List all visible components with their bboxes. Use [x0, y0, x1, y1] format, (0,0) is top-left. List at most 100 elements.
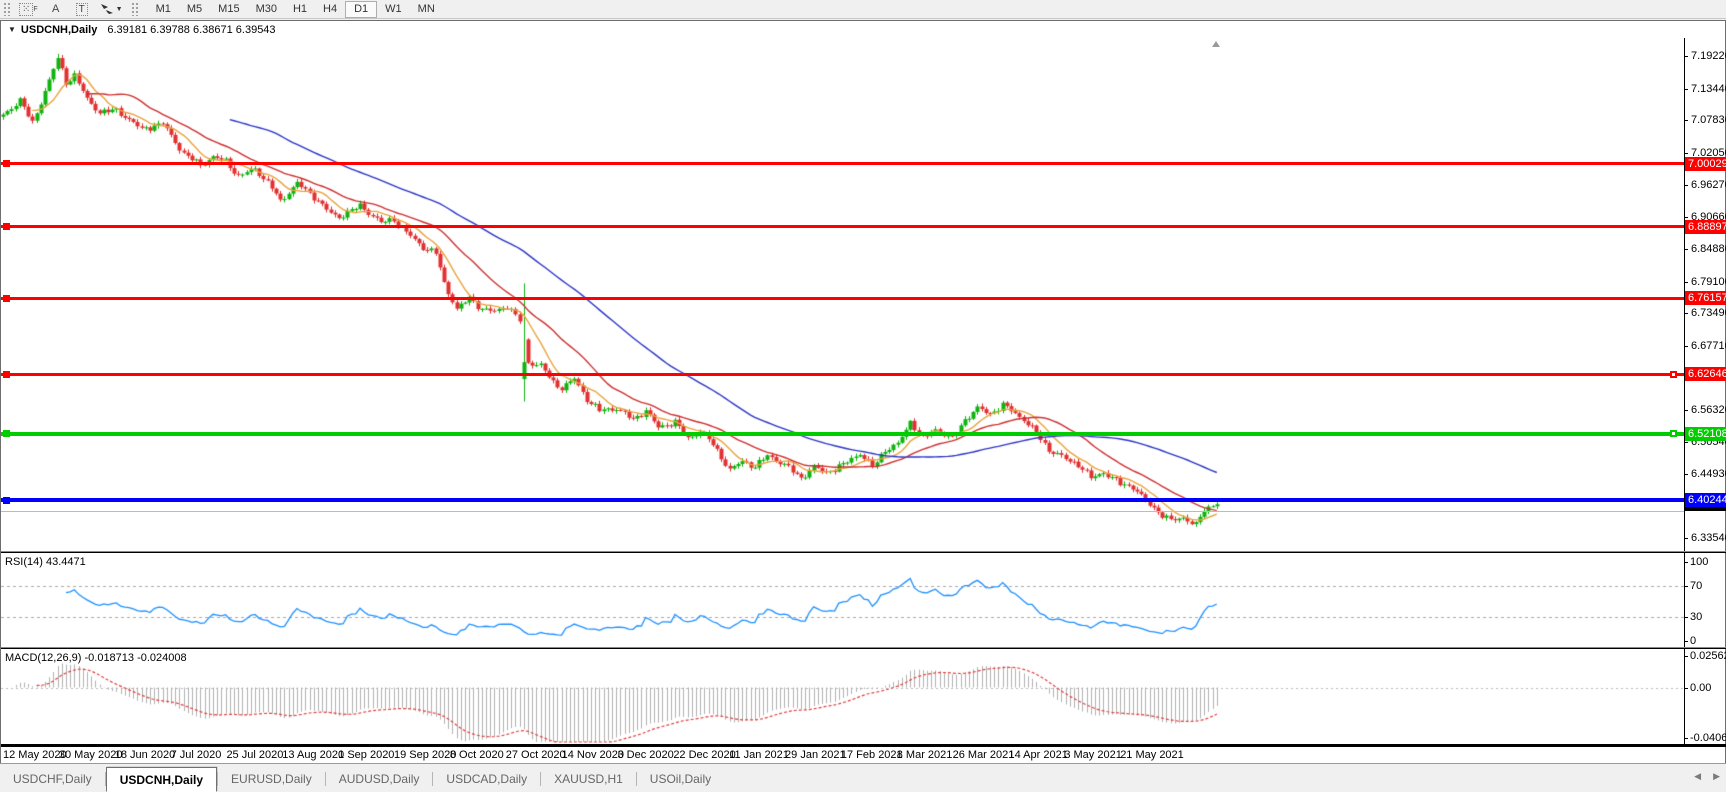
chart-tab-usoil[interactable]: USOil,Daily — [637, 768, 724, 790]
application-window: ⁙F A T ▼ M1M5M15M30H1H4D1W1MN ▼ USDCNH,D… — [0, 0, 1726, 792]
line-handle-left[interactable] — [3, 430, 10, 437]
chart-tab-audusd[interactable]: AUDUSD,Daily — [326, 768, 433, 790]
price-tick-mark — [1684, 442, 1688, 443]
date-axis-label: 17 Feb 2021 — [841, 749, 903, 761]
rsi-tick-mark — [1684, 641, 1688, 642]
top-toolbar: ⁙F A T ▼ M1M5M15M30H1H4D1W1MN — [0, 0, 1726, 19]
tab-scroll-arrows: ◀ ▶ — [1694, 771, 1720, 781]
horizontal-line-6.40244[interactable] — [1, 498, 1684, 502]
macd-tick-mark — [1684, 738, 1688, 739]
line-handle-left[interactable] — [3, 371, 10, 378]
chart-tab-eurusd[interactable]: EURUSD,Daily — [218, 768, 325, 790]
date-axis-label: 3 May 2021 — [1064, 749, 1121, 761]
date-axis-label: 29 Jan 2021 — [785, 749, 846, 761]
date-axis-label: 7 Jul 2020 — [171, 749, 222, 761]
price-tick-mark — [1684, 153, 1688, 154]
date-axis-label: 11 Jan 2021 — [729, 749, 789, 761]
timeframe-button-w1[interactable]: W1 — [377, 1, 410, 18]
macd-tick-mark — [1684, 656, 1688, 657]
date-axis-label: 27 Oct 2020 — [506, 749, 566, 761]
tab-scroll-right-icon[interactable]: ▶ — [1713, 771, 1720, 781]
timeframe-button-m30[interactable]: M30 — [248, 1, 285, 18]
price-tick-mark — [1684, 217, 1688, 218]
timeframe-button-mn[interactable]: MN — [410, 1, 443, 18]
line-price-label: 6.62646 — [1685, 367, 1726, 381]
horizontal-line-6.88897[interactable] — [1, 225, 1684, 228]
horizontal-line-6.62646[interactable] — [1, 373, 1684, 376]
macd-tick-mark — [1684, 688, 1688, 689]
line-handle-left[interactable] — [3, 160, 10, 167]
date-axis-label: 26 Mar 2021 — [953, 749, 1015, 761]
rsi-tick-mark — [1684, 586, 1688, 587]
horizontal-line-6.76157[interactable] — [1, 297, 1684, 300]
line-price-label: 7.00029 — [1685, 157, 1726, 171]
date-axis-label: 21 May 2021 — [1120, 749, 1184, 761]
line-price-label: 6.40244 — [1685, 493, 1726, 507]
timeframe-button-m1[interactable]: M1 — [148, 1, 179, 18]
chart-shift-marker-icon — [1212, 41, 1220, 47]
cursor-objects-icon[interactable]: ▼ — [96, 1, 127, 18]
rsi-label: RSI(14) 43.4471 — [5, 556, 86, 568]
dropdown-caret-icon[interactable]: ▼ — [116, 6, 123, 13]
price-tick-mark — [1684, 185, 1688, 186]
price-tick-label: 6.67710 — [1691, 340, 1726, 352]
price-tick-mark — [1684, 89, 1688, 90]
price-tick-mark — [1684, 538, 1688, 539]
price-tick-label: 6.44930 — [1691, 468, 1726, 480]
line-handle-left[interactable] — [3, 295, 10, 302]
price-tick-mark — [1684, 120, 1688, 121]
line-price-label: 6.88897 — [1685, 220, 1726, 234]
line-handle-right[interactable] — [1670, 430, 1677, 437]
macd-scale-label: -0.040687 — [1690, 732, 1726, 744]
line-handle-left[interactable] — [3, 497, 10, 504]
horizontal-line-6.52108[interactable] — [1, 432, 1684, 436]
macd-pane-separator[interactable] — [1, 647, 1726, 649]
rsi-tick-mark — [1684, 562, 1688, 563]
date-axis-label: 8 Oct 2020 — [450, 749, 504, 761]
date-axis-label: 14 Apr 2021 — [1008, 749, 1067, 761]
macd-label: MACD(12,26,9) -0.018713 -0.024008 — [5, 652, 187, 664]
line-handle-left[interactable] — [3, 223, 10, 230]
timeframe-button-m15[interactable]: M15 — [210, 1, 247, 18]
toolbar-grip — [3, 2, 11, 16]
text-label-icon[interactable]: A — [44, 1, 68, 18]
line-price-label: 6.52108 — [1685, 427, 1726, 441]
timeframe-button-h4[interactable]: H4 — [315, 1, 345, 18]
chart-tab-xauusd[interactable]: XAUUSD,H1 — [541, 768, 636, 790]
horizontal-line-7.00029[interactable] — [1, 162, 1684, 165]
price-tick-label: 6.33540 — [1691, 532, 1726, 544]
price-chart-canvas[interactable] — [1, 21, 1726, 764]
chart-tab-usdcad[interactable]: USDCAD,Daily — [433, 768, 540, 790]
chart-tab-usdcnh[interactable]: USDCNH,Daily — [106, 767, 217, 792]
price-tick-mark — [1684, 282, 1688, 283]
date-axis-label: 14 Nov 2020 — [562, 749, 624, 761]
horizontal-line-support[interactable] — [1, 511, 1684, 512]
price-tick-mark — [1684, 474, 1688, 475]
date-axis-label: 18 Jun 2020 — [115, 749, 176, 761]
price-tick-mark — [1684, 346, 1688, 347]
tab-scroll-left-icon[interactable]: ◀ — [1694, 771, 1701, 781]
rsi-pane-separator[interactable] — [1, 551, 1726, 553]
timeframe-button-h1[interactable]: H1 — [285, 1, 315, 18]
rsi-scale-label: 100 — [1690, 556, 1708, 568]
price-tick-mark — [1684, 56, 1688, 57]
timeframe-button-d1[interactable]: D1 — [345, 1, 377, 18]
macd-scale-label: 0.00 — [1690, 682, 1711, 694]
arrows-icon — [100, 3, 114, 15]
grid-template-icon[interactable]: ⁙F — [15, 1, 42, 18]
price-tick-label: 6.73490 — [1691, 307, 1726, 319]
line-handle-right[interactable] — [1670, 371, 1677, 378]
rsi-scale-label: 30 — [1690, 611, 1702, 623]
macd-scale-label: 0.025623 — [1690, 650, 1726, 662]
date-axis-label: 1 Sep 2020 — [338, 749, 394, 761]
price-tick-mark — [1684, 249, 1688, 250]
date-axis-label: 25 Jul 2020 — [226, 749, 283, 761]
price-tick-label: 6.84880 — [1691, 243, 1726, 255]
chart-tab-bar: USDCHF,DailyUSDCNH,DailyEURUSD,DailyAUDU… — [0, 763, 1726, 792]
line-price-label: 6.76157 — [1685, 291, 1726, 305]
text-box-icon[interactable]: T — [70, 1, 94, 18]
timeframe-button-m5[interactable]: M5 — [179, 1, 210, 18]
chart-tab-usdchf[interactable]: USDCHF,Daily — [0, 768, 105, 790]
rsi-scale-label: 0 — [1690, 635, 1696, 647]
date-axis-label: 8 Mar 2021 — [897, 749, 953, 761]
